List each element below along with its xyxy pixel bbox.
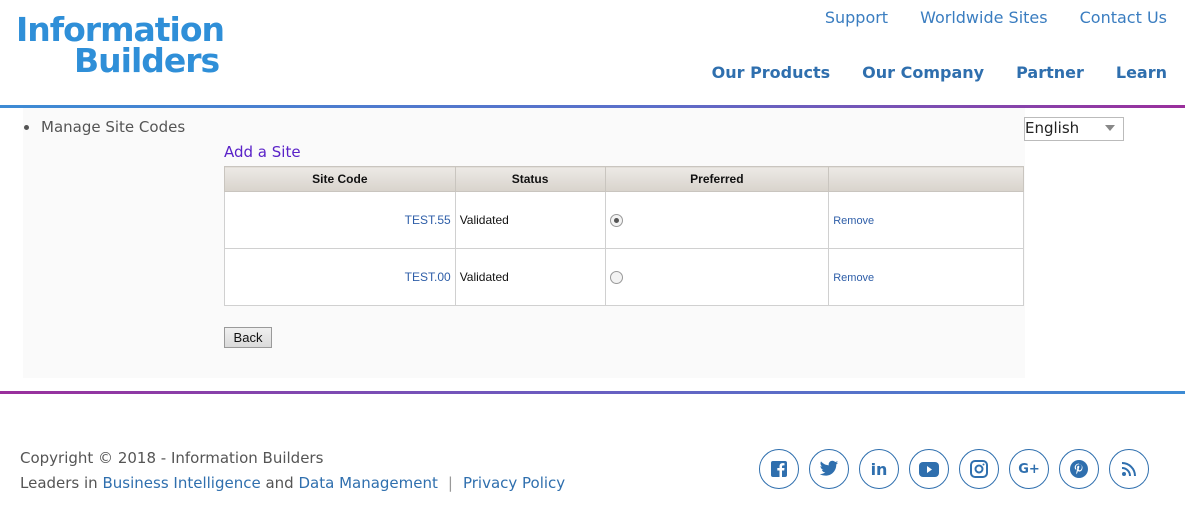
sidebar-item-manage-site-codes[interactable]: Manage Site Codes	[24, 118, 185, 136]
and-text: and	[265, 474, 294, 492]
facebook-icon[interactable]	[759, 449, 799, 489]
logo[interactable]: Information Builders	[16, 13, 225, 80]
header-actions	[828, 166, 1024, 192]
copyright-text: Copyright © 2018 - Information Builders	[20, 449, 324, 467]
footer-separator: |	[447, 474, 453, 492]
header-preferred: Preferred	[604, 166, 830, 192]
language-select[interactable]: English	[1024, 117, 1124, 141]
nav-learn[interactable]: Learn	[1116, 63, 1167, 82]
linkedin-icon[interactable]: in	[859, 449, 899, 489]
site-code-link[interactable]: TEST.00	[405, 270, 451, 284]
table-row: TEST.00 Validated Remove	[224, 248, 1024, 306]
language-value: English	[1025, 119, 1080, 137]
header: Information Builders Support Worldwide S…	[0, 0, 1185, 106]
nav-our-products[interactable]: Our Products	[712, 63, 831, 82]
leaders-prefix: Leaders in	[20, 474, 98, 492]
site-code-link[interactable]: TEST.55	[405, 213, 451, 227]
site-codes-table: Site Code Status Preferred TEST.55 Valid…	[224, 166, 1024, 306]
worldwide-sites-link[interactable]: Worldwide Sites	[920, 8, 1048, 27]
business-intelligence-link[interactable]: Business Intelligence	[102, 474, 260, 492]
main-nav: Our Products Our Company Partner Learn	[712, 63, 1167, 82]
back-button[interactable]: Back	[224, 327, 272, 348]
instagram-icon[interactable]	[959, 449, 999, 489]
logo-line2: Builders	[74, 41, 220, 80]
rss-icon[interactable]	[1109, 449, 1149, 489]
preferred-radio[interactable]	[609, 270, 623, 284]
chevron-down-icon	[1105, 125, 1115, 131]
status-cell: Validated	[454, 248, 606, 306]
header-site-code: Site Code	[224, 166, 456, 192]
support-link[interactable]: Support	[825, 8, 888, 27]
bullet-icon	[24, 125, 29, 130]
nav-our-company[interactable]: Our Company	[862, 63, 984, 82]
table-header-row: Site Code Status Preferred	[224, 166, 1024, 192]
footer: Copyright © 2018 - Information Builders …	[20, 446, 565, 496]
table-row: TEST.55 Validated Remove	[224, 191, 1024, 249]
youtube-icon[interactable]	[909, 449, 949, 489]
pinterest-icon[interactable]	[1059, 449, 1099, 489]
twitter-icon[interactable]	[809, 449, 849, 489]
google-plus-icon[interactable]: G+	[1009, 449, 1049, 489]
preferred-radio[interactable]	[609, 213, 623, 227]
contact-us-link[interactable]: Contact Us	[1080, 8, 1167, 27]
status-cell: Validated	[454, 191, 606, 249]
sidebar-item-label: Manage Site Codes	[41, 118, 186, 136]
social-links: in G+	[759, 449, 1149, 489]
footer-divider	[0, 391, 1185, 394]
nav-partner[interactable]: Partner	[1016, 63, 1084, 82]
footer-tagline: Leaders in Business Intelligence and Dat…	[20, 471, 565, 496]
remove-link[interactable]: Remove	[833, 272, 874, 284]
remove-link[interactable]: Remove	[833, 215, 874, 227]
add-site-link[interactable]: Add a Site	[224, 143, 301, 161]
data-management-link[interactable]: Data Management	[298, 474, 437, 492]
top-links: Support Worldwide Sites Contact Us	[825, 8, 1167, 27]
header-status: Status	[454, 166, 606, 192]
privacy-policy-link[interactable]: Privacy Policy	[463, 474, 565, 492]
